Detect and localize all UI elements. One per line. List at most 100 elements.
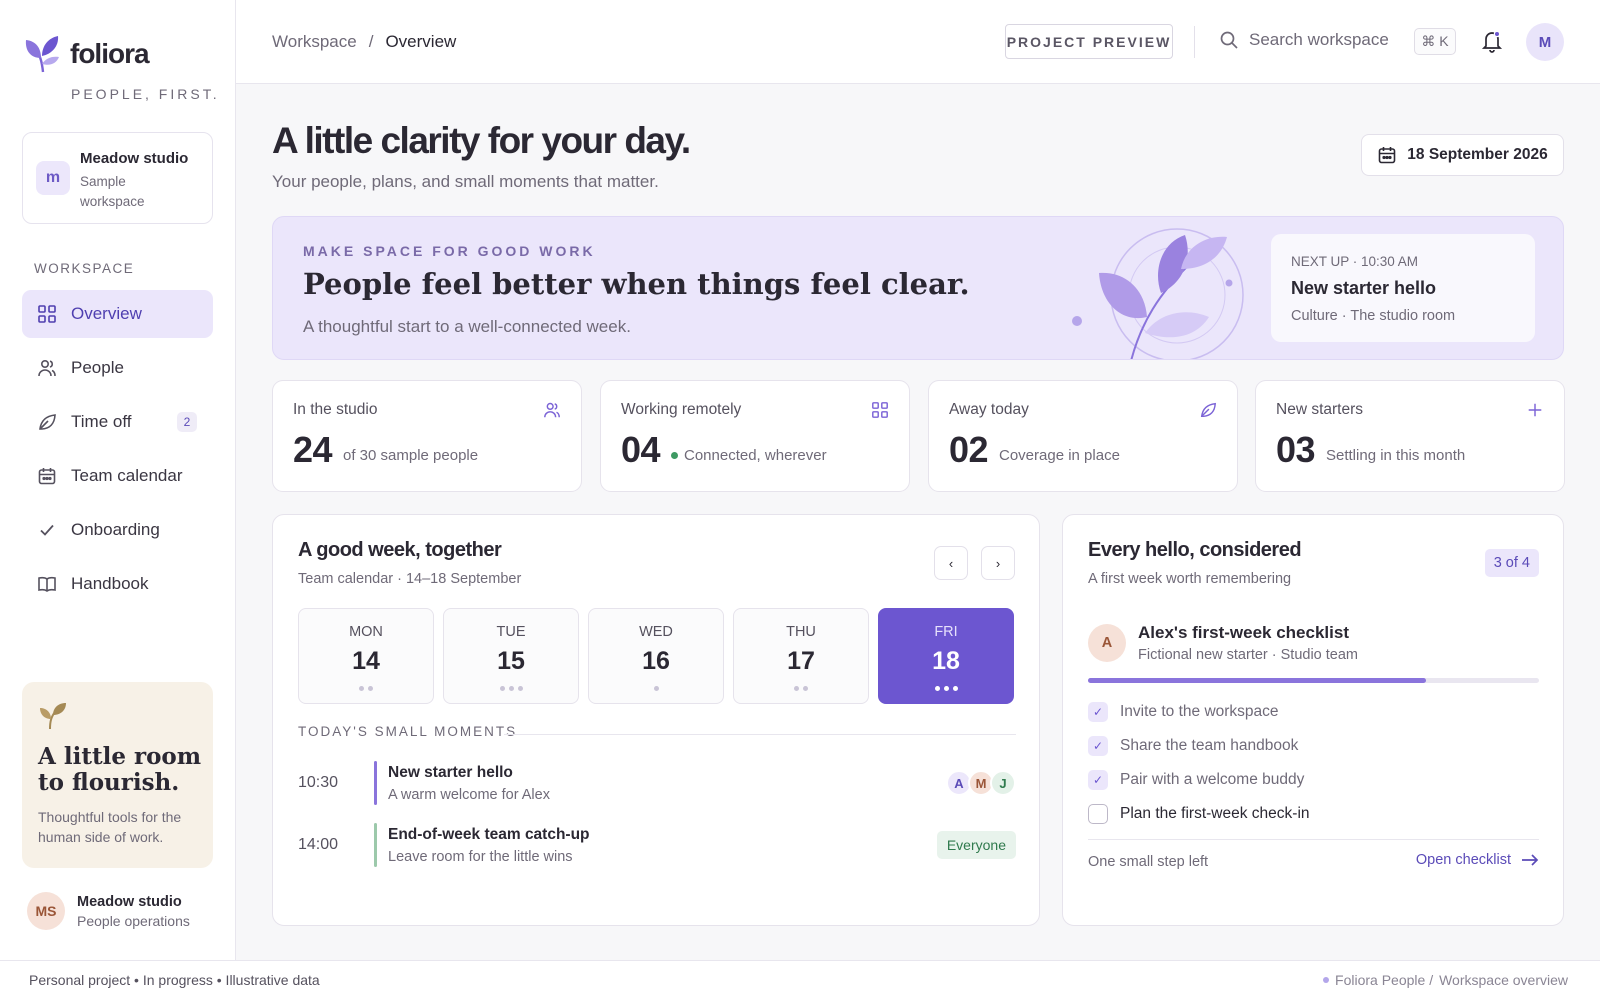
day-fri[interactable]: FRI 18 bbox=[878, 608, 1014, 704]
search-input[interactable]: Search workspace bbox=[1219, 30, 1389, 50]
online-dot bbox=[671, 452, 678, 459]
event-dots bbox=[734, 686, 868, 691]
sidebar-item-time-off[interactable]: Time off 2 bbox=[22, 398, 213, 446]
search-shortcut: ⌘ K bbox=[1414, 28, 1456, 55]
checkbox-checked[interactable]: ✓ bbox=[1088, 736, 1108, 756]
grid-icon bbox=[38, 305, 56, 323]
next-up-title: New starter hello bbox=[1291, 278, 1437, 298]
moment-title: New starter hello bbox=[388, 764, 513, 781]
footer-note: Personal project • In progress • Illustr… bbox=[29, 972, 320, 988]
project-preview-button[interactable]: PROJECT PREVIEW bbox=[1005, 24, 1173, 59]
breadcrumb-parent[interactable]: Workspace bbox=[272, 32, 357, 51]
day-name: WED bbox=[639, 624, 673, 640]
stat-card-away[interactable]: Away today 02 Coverage in place bbox=[928, 380, 1238, 492]
workspace-sub: Sample workspace bbox=[80, 174, 145, 209]
checklist-item[interactable]: ✓ Invite to the workspace bbox=[1088, 695, 1539, 729]
checklist-item-label: Pair with a welcome buddy bbox=[1120, 771, 1305, 788]
stat-value: 24 bbox=[293, 429, 333, 470]
avatar: J bbox=[990, 770, 1016, 796]
day-name: MON bbox=[349, 624, 383, 640]
moment-row[interactable]: 10:30 New starter hello A warm welcome f… bbox=[298, 761, 1016, 807]
stat-label: New starters bbox=[1276, 401, 1363, 418]
sidebar-nav: Overview People Time off 2 Team calendar… bbox=[22, 290, 213, 614]
stat-card-in-studio[interactable]: In the studio 24 of 30 sample people bbox=[272, 380, 582, 492]
prev-week-button[interactable]: ‹ bbox=[934, 546, 968, 580]
day-name: FRI bbox=[934, 624, 958, 640]
stat-note: Settling in this month bbox=[1326, 447, 1466, 464]
progress-fill bbox=[1088, 678, 1427, 683]
moment-accent bbox=[374, 823, 377, 867]
day-mon[interactable]: MON 14 bbox=[298, 608, 434, 704]
stat-card-new-starters[interactable]: New starters 03 Settling in this month bbox=[1255, 380, 1565, 492]
checklist-name: Alex's first-week checklist bbox=[1138, 623, 1349, 642]
flourish-title: A little room to flourish. bbox=[38, 743, 202, 796]
sidebar-item-onboarding[interactable]: Onboarding bbox=[22, 506, 213, 554]
checkbox-checked[interactable]: ✓ bbox=[1088, 770, 1108, 790]
breadcrumb-separator: / bbox=[368, 32, 374, 51]
moment-title: End-of-week team catch-up bbox=[388, 826, 590, 843]
event-dots bbox=[444, 686, 578, 691]
checklist-item-label: Invite to the workspace bbox=[1120, 703, 1279, 720]
sidebar-item-label: Time off bbox=[71, 412, 132, 431]
checkbox-unchecked[interactable] bbox=[1088, 804, 1108, 824]
brand-logo[interactable]: foliora bbox=[24, 34, 150, 74]
day-number: 16 bbox=[642, 647, 670, 675]
status-dot bbox=[1323, 977, 1330, 983]
day-wed[interactable]: WED 16 bbox=[588, 608, 724, 704]
leaf-icon bbox=[39, 414, 56, 430]
moment-row[interactable]: 14:00 End-of-week team catch-up Leave ro… bbox=[298, 823, 1016, 869]
divider bbox=[504, 734, 1016, 735]
stat-note: Connected, wherever bbox=[671, 447, 827, 464]
notifications-button[interactable] bbox=[1481, 29, 1503, 58]
flourish-card: A little room to flourish. Thoughtful to… bbox=[22, 682, 213, 868]
status-footer: Personal project • In progress • Illustr… bbox=[0, 960, 1600, 1000]
sidebar-item-team-calendar[interactable]: Team calendar bbox=[22, 452, 213, 500]
onboarding-title: Every hello, considered bbox=[1088, 539, 1302, 561]
breadcrumb: Workspace / Overview bbox=[272, 32, 456, 52]
open-checklist-link[interactable]: Open checklist bbox=[1416, 852, 1539, 868]
checklist-item[interactable]: ✓ Share the team handbook bbox=[1088, 729, 1539, 763]
checklist-item[interactable]: ✓ Pair with a welcome buddy bbox=[1088, 763, 1539, 797]
page-title: A little clarity for your day. bbox=[272, 120, 691, 161]
stat-label: In the studio bbox=[293, 401, 378, 418]
next-week-button[interactable]: › bbox=[981, 546, 1015, 580]
current-date: 18 September 2026 bbox=[1407, 146, 1548, 163]
breadcrumb-current: Overview bbox=[385, 32, 457, 51]
sidebar-item-label: People bbox=[71, 358, 124, 377]
sidebar-item-handbook[interactable]: Handbook bbox=[22, 560, 213, 608]
onboarding-card: Every hello, considered A first week wor… bbox=[1062, 514, 1564, 926]
checklist-sub: Fictional new starter · Studio team bbox=[1138, 647, 1359, 663]
next-up-card[interactable]: NEXT UP · 10:30 AM New starter hello Cul… bbox=[1271, 234, 1535, 342]
welcome-banner: MAKE SPACE FOR GOOD WORK People feel bet… bbox=[272, 216, 1564, 360]
date-picker[interactable]: 18 September 2026 bbox=[1361, 134, 1564, 176]
check-icon bbox=[40, 524, 54, 536]
calendar-icon bbox=[1378, 147, 1396, 164]
checkbox-checked[interactable]: ✓ bbox=[1088, 702, 1108, 722]
moment-sub: Leave room for the little wins bbox=[388, 849, 573, 865]
stat-card-remote[interactable]: Working remotely 04 Connected, wherever bbox=[600, 380, 910, 492]
workspace-initial: m bbox=[36, 161, 70, 195]
audience-tag: Everyone bbox=[936, 831, 1016, 859]
sidebar-item-overview[interactable]: Overview bbox=[22, 290, 213, 338]
day-tue[interactable]: TUE 15 bbox=[443, 608, 579, 704]
day-selector: MON 14 TUE 15 WED 16 THU 17 FRI 18 bbox=[298, 608, 1014, 704]
workspace-switcher[interactable]: m Meadow studio Sample workspace bbox=[22, 132, 213, 224]
stat-value: 02 bbox=[949, 429, 989, 470]
footer-app[interactable]: Foliora People / bbox=[1335, 972, 1433, 988]
user-avatar[interactable]: M bbox=[1526, 23, 1564, 61]
sidebar-item-people[interactable]: People bbox=[22, 344, 213, 392]
banner-kicker: MAKE SPACE FOR GOOD WORK bbox=[303, 243, 596, 259]
people-icon bbox=[544, 402, 560, 418]
day-number: 17 bbox=[787, 647, 815, 675]
day-thu[interactable]: THU 17 bbox=[733, 608, 869, 704]
divider bbox=[1194, 26, 1195, 58]
bell-icon bbox=[1481, 30, 1503, 53]
checklist-item[interactable]: Plan the first-week check-in bbox=[1088, 797, 1539, 831]
search-placeholder: Search workspace bbox=[1249, 30, 1389, 49]
profile-menu[interactable]: MS Meadow studio People operations bbox=[27, 892, 190, 930]
brand-name: foliora bbox=[70, 38, 150, 69]
banner-subtitle: A thoughtful start to a well-connected w… bbox=[303, 317, 631, 336]
page-subtitle: Your people, plans, and small moments th… bbox=[272, 172, 659, 191]
footer-breadcrumb: Foliora People / Workspace overview bbox=[1323, 972, 1568, 988]
sidebar-item-label: Handbook bbox=[71, 574, 149, 593]
